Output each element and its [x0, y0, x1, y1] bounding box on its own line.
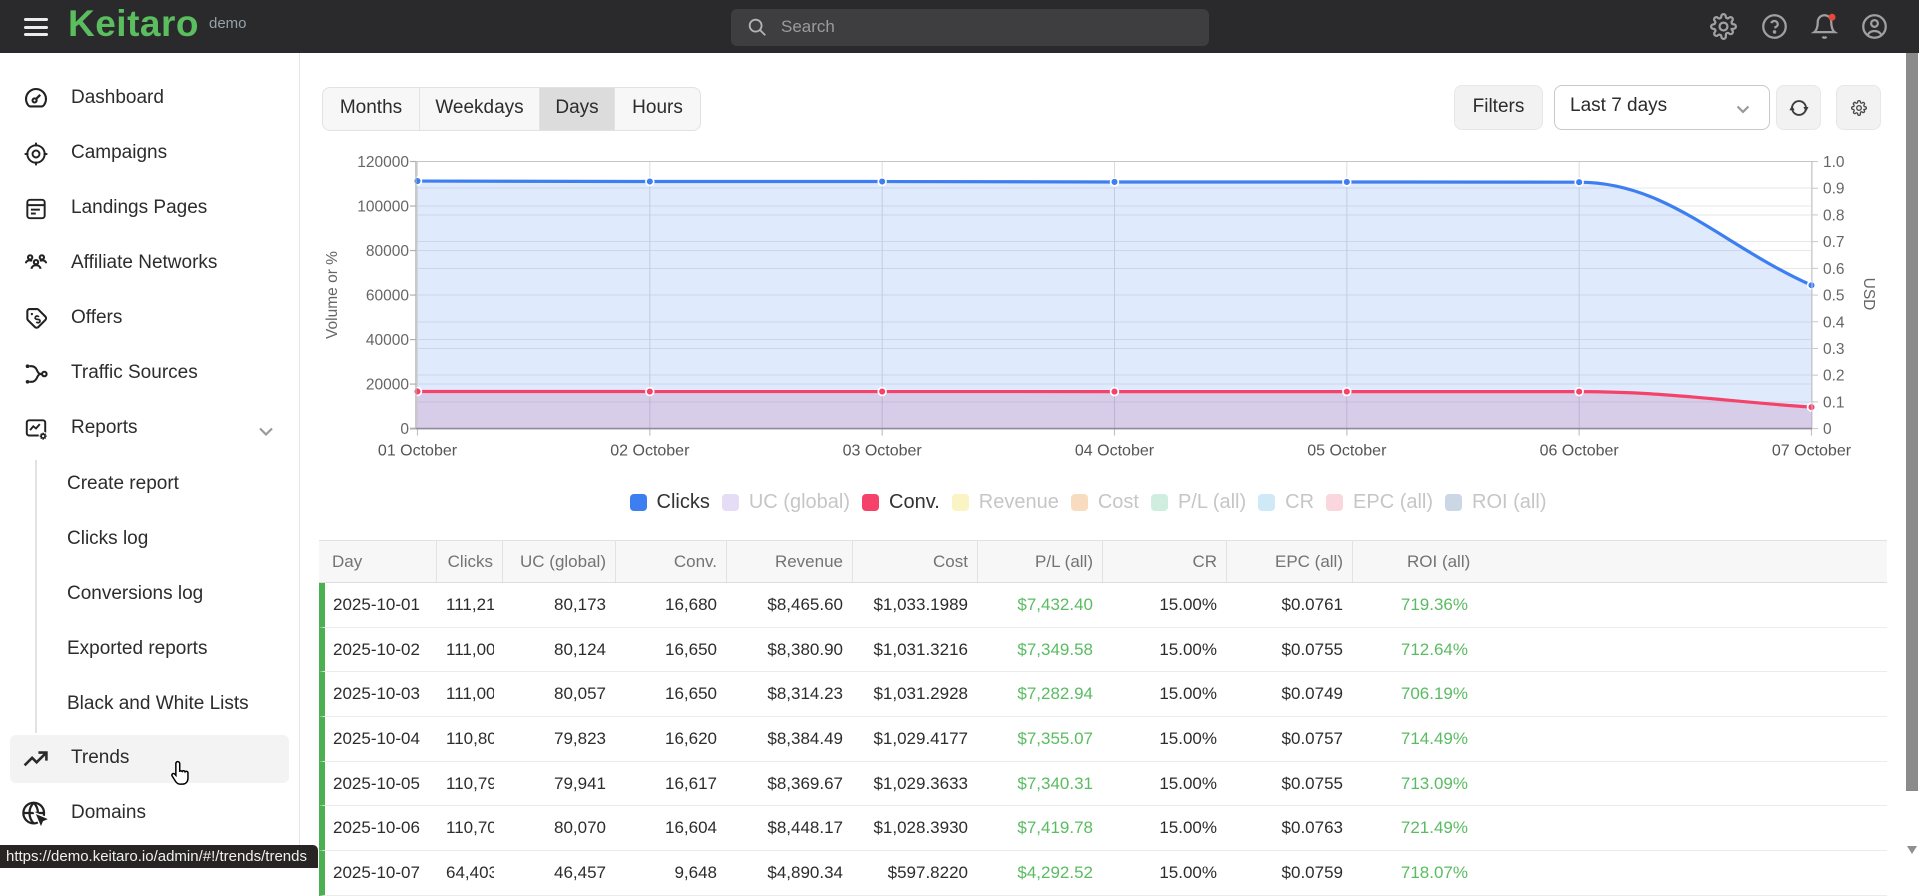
svg-text:0: 0 [1823, 421, 1832, 438]
svg-text:100000: 100000 [357, 199, 409, 216]
svg-text:60000: 60000 [366, 288, 409, 305]
svg-text:03 October: 03 October [843, 443, 923, 460]
svg-text:Volume or %: Volume or % [324, 251, 341, 339]
svg-text:0: 0 [400, 421, 409, 438]
svg-text:0.9: 0.9 [1823, 181, 1845, 198]
svg-text:01 October: 01 October [378, 443, 458, 460]
svg-text:0.2: 0.2 [1823, 368, 1845, 385]
svg-text:0.7: 0.7 [1823, 234, 1845, 251]
svg-text:06 October: 06 October [1540, 443, 1620, 460]
svg-text:20000: 20000 [366, 377, 409, 394]
svg-text:0.1: 0.1 [1823, 394, 1845, 411]
svg-text:07 October: 07 October [1772, 443, 1852, 460]
svg-text:0.5: 0.5 [1823, 288, 1845, 305]
svg-text:0.3: 0.3 [1823, 341, 1845, 358]
svg-text:1.0: 1.0 [1823, 154, 1845, 171]
svg-text:USD: USD [1860, 278, 1877, 311]
svg-text:05 October: 05 October [1307, 443, 1387, 460]
svg-text:40000: 40000 [366, 332, 409, 349]
svg-text:02 October: 02 October [610, 443, 690, 460]
svg-text:0.4: 0.4 [1823, 314, 1845, 331]
svg-text:120000: 120000 [357, 154, 409, 171]
svg-text:04 October: 04 October [1075, 443, 1155, 460]
svg-text:80000: 80000 [366, 243, 409, 260]
svg-text:0.6: 0.6 [1823, 261, 1845, 278]
svg-text:0.8: 0.8 [1823, 207, 1845, 224]
